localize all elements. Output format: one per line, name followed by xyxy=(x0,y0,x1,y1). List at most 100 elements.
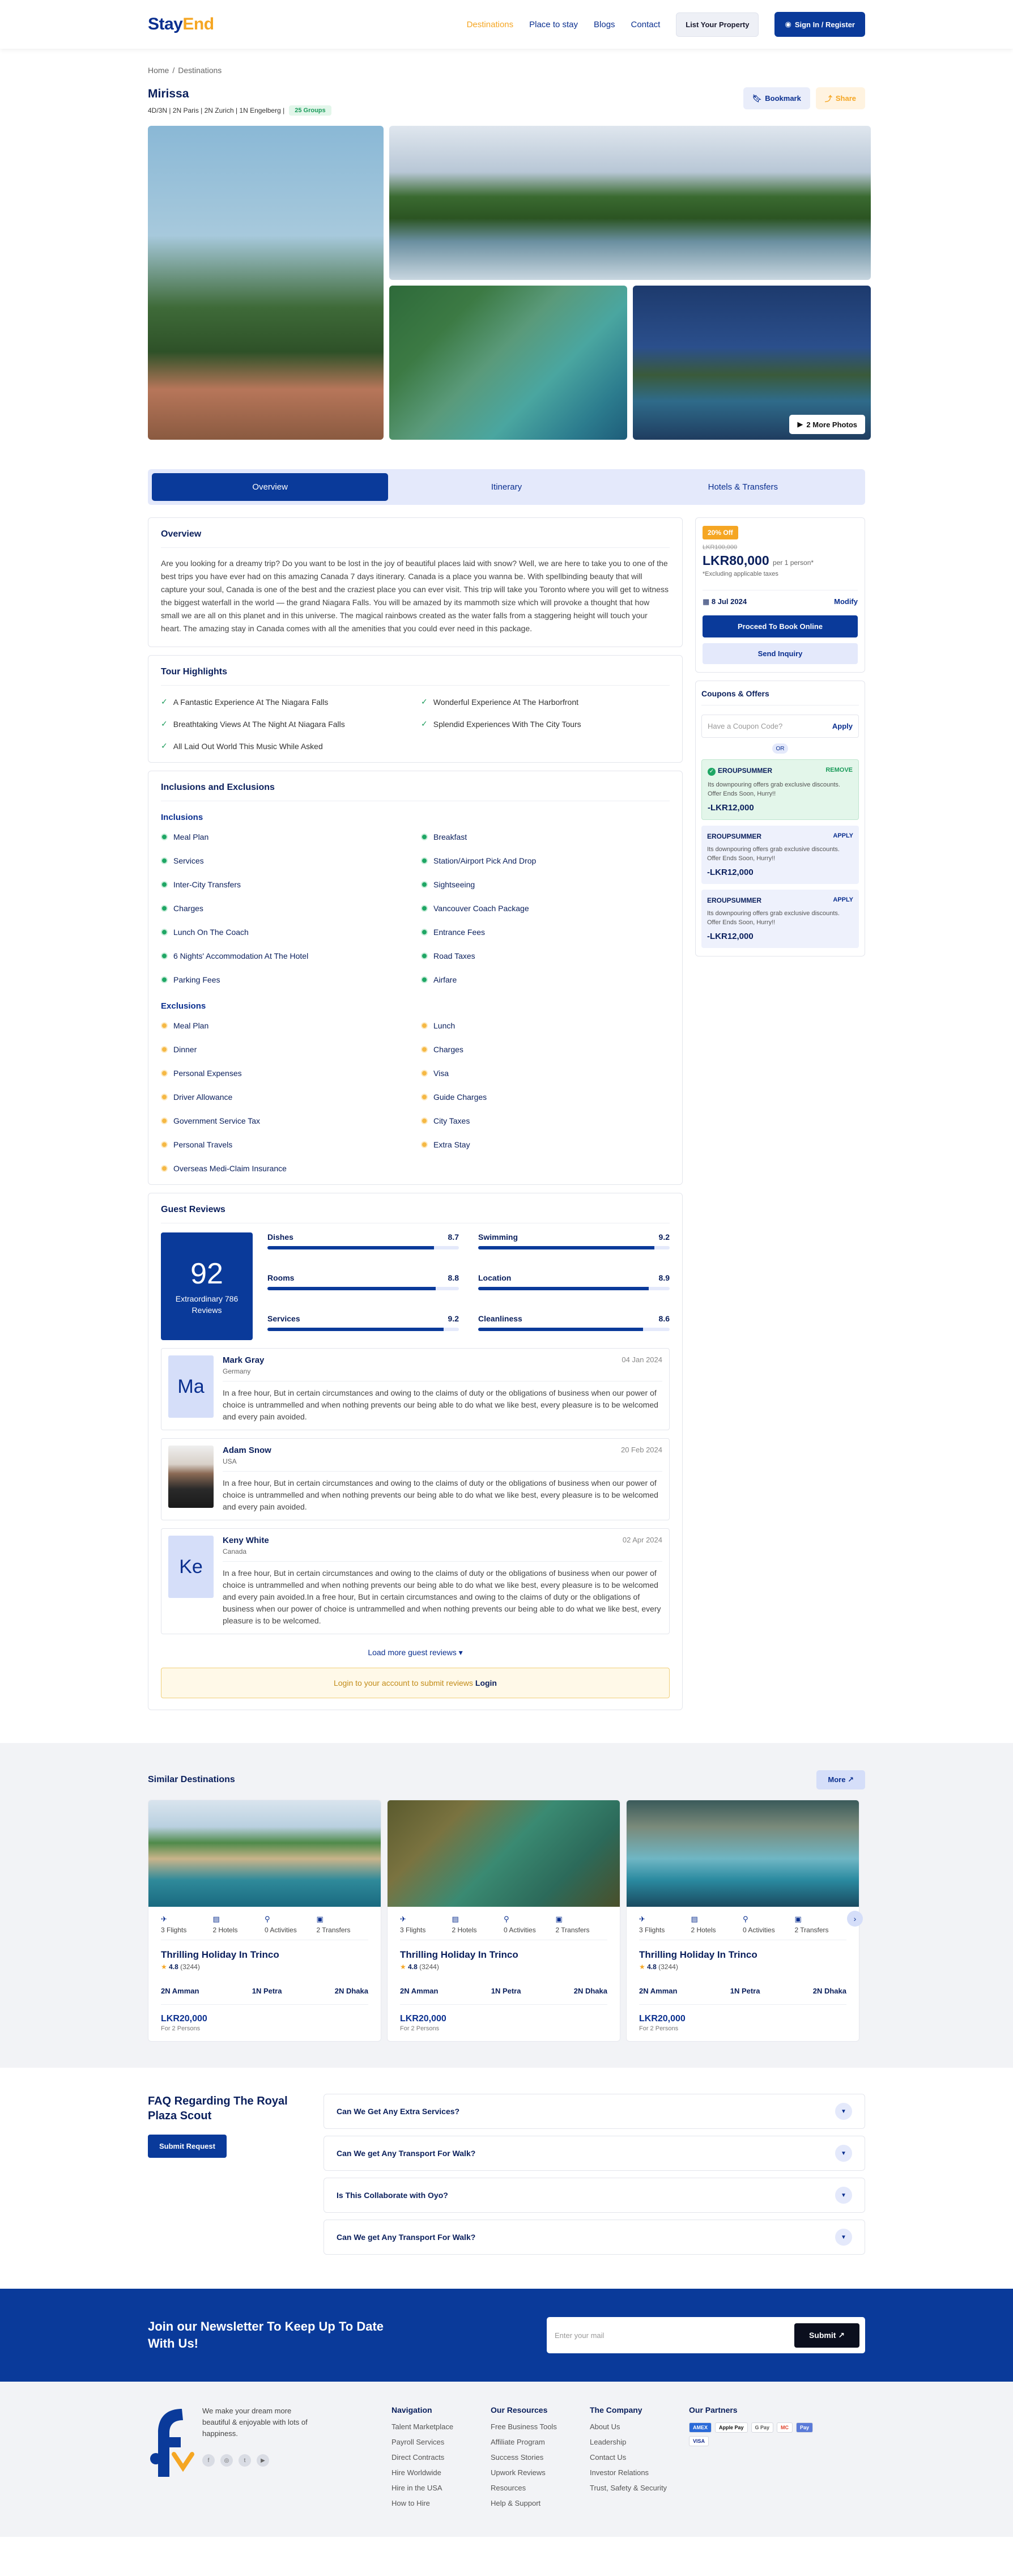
bookmark-button[interactable]: 🔖︎ Bookmark xyxy=(743,87,810,109)
rating-bar-dishes: Dishes 8.7 xyxy=(267,1232,459,1259)
youtube-icon[interactable]: ▶ xyxy=(257,2454,269,2467)
gallery-image-2[interactable] xyxy=(389,126,871,280)
destination-title[interactable]: Thrilling Holiday In Trinco xyxy=(639,1940,846,1961)
destination-image[interactable] xyxy=(388,1800,620,1907)
feature-transfers: ▣ 2 Transfers xyxy=(556,1915,608,1934)
footer-link[interactable]: How to Hire xyxy=(391,2499,491,2507)
facebook-icon[interactable]: f xyxy=(202,2454,215,2467)
nav-contact[interactable]: Contact xyxy=(631,20,661,29)
sign-in-button[interactable]: ◉ Sign In / Register xyxy=(774,12,865,37)
footer-link[interactable]: About Us xyxy=(590,2422,689,2431)
instagram-icon[interactable]: ◎ xyxy=(220,2454,233,2467)
bookmark-label: Bookmark xyxy=(765,94,801,103)
faq-item[interactable]: Can We get Any Transport For Walk? ▼ xyxy=(324,2136,865,2171)
nav-destinations[interactable]: Destinations xyxy=(467,20,514,29)
feature-flights: ✈ 3 Flights xyxy=(639,1915,691,1934)
nav-blogs[interactable]: Blogs xyxy=(594,20,615,29)
rating-fill xyxy=(478,1287,649,1290)
chevron-down-icon[interactable]: ▼ xyxy=(835,2145,852,2162)
content-layout: Overview Are you looking for a dreamy tr… xyxy=(148,517,865,1718)
destination-body: Thrilling Holiday In Trinco ★ 4.8 (3244) 2… xyxy=(627,1934,859,2041)
share-button[interactable]: ⤴ Share xyxy=(815,87,865,109)
included-dot-icon xyxy=(161,905,168,912)
modify-date-link[interactable]: Modify xyxy=(834,597,858,606)
destination-title[interactable]: Thrilling Holiday In Trinco xyxy=(161,1940,368,1961)
feature-flights: ✈ 3 Flights xyxy=(400,1915,452,1934)
load-more-reviews[interactable]: Load more guest reviews ▾ xyxy=(161,1648,670,1657)
apply-coupon-button[interactable]: Apply xyxy=(832,722,853,730)
twitter-icon[interactable]: t xyxy=(239,2454,251,2467)
footer-link[interactable]: Contact Us xyxy=(590,2453,689,2462)
rating-category: Location xyxy=(478,1273,512,1282)
list-property-button[interactable]: List Your Property xyxy=(676,12,759,37)
apply-coupon-offer-button[interactable]: APPLY xyxy=(833,896,853,904)
gallery-image-3[interactable] xyxy=(389,286,627,440)
trend-arrow-icon: ↗ xyxy=(848,1775,854,1784)
footer-link[interactable]: Help & Support xyxy=(491,2499,590,2507)
payment-logo: MC xyxy=(777,2422,793,2433)
footer-link[interactable]: Free Business Tools xyxy=(491,2422,590,2431)
footer-link[interactable]: Trust, Safety & Security xyxy=(590,2484,689,2492)
apply-coupon-offer-button[interactable]: APPLY xyxy=(833,832,853,840)
chevron-down-icon[interactable]: ▼ xyxy=(835,2229,852,2246)
tab-hotels-transfers[interactable]: Hotels & Transfers xyxy=(625,473,861,501)
excluded-dot-icon xyxy=(161,1022,168,1029)
destination-card[interactable]: ✈ 3 Flights ▤ 2 Hotels ⚲ 0 Activities ▣ 2 Trans… xyxy=(148,1800,381,2042)
footer-link[interactable]: Hire Worldwide xyxy=(391,2468,491,2477)
activity-icon: ⚲ xyxy=(265,1915,270,1923)
destination-image[interactable] xyxy=(148,1800,381,1907)
more-destinations-button[interactable]: More ↗ xyxy=(816,1770,865,1789)
destination-image[interactable] xyxy=(627,1800,859,1907)
footer-link[interactable]: Investor Relations xyxy=(590,2468,689,2477)
newsletter-submit-button[interactable]: Submit ↗ xyxy=(794,2323,859,2348)
faq-item[interactable]: Can We Get Any Extra Services? ▼ xyxy=(324,2094,865,2129)
excluded-dot-icon xyxy=(161,1165,168,1172)
footer-link[interactable]: Leadership xyxy=(590,2438,689,2446)
item-label: Lunch On The Coach xyxy=(173,928,249,937)
faq-item[interactable]: Can We get Any Transport For Walk? ▼ xyxy=(324,2220,865,2255)
destination-card[interactable]: ✈ 3 Flights ▤ 2 Hotels ⚲ 0 Activities ▣ 2 Trans… xyxy=(626,1800,859,2042)
chevron-down-icon[interactable]: ▼ xyxy=(835,2187,852,2204)
gallery-image-4[interactable]: ▶ 2 More Photos xyxy=(633,286,871,440)
submit-request-button[interactable]: Submit Request xyxy=(148,2135,227,2158)
more-photos-button[interactable]: ▶ 2 More Photos xyxy=(789,415,865,434)
inclusion-item: Vancouver Coach Package xyxy=(421,904,670,913)
inclusion-item: 6 Nights' Accommodation At The Hotel xyxy=(161,951,410,960)
faq-question: Can We Get Any Extra Services? xyxy=(337,2107,460,2116)
footer-link[interactable]: Affiliate Program xyxy=(491,2438,590,2446)
footer-link[interactable]: Payroll Services xyxy=(391,2438,491,2446)
rating-fill xyxy=(267,1328,444,1331)
breadcrumb-home[interactable]: Home xyxy=(148,66,169,75)
proceed-to-book-button[interactable]: Proceed To Book Online xyxy=(703,615,858,637)
footer-link[interactable]: Direct Contracts xyxy=(391,2453,491,2462)
footer-link[interactable]: Upwork Reviews xyxy=(491,2468,590,2477)
rating-track xyxy=(267,1328,459,1331)
footer-link[interactable]: Success Stories xyxy=(491,2453,590,2462)
rating-bar-swimming: Swimming 9.2 xyxy=(478,1232,670,1259)
remove-coupon-button[interactable]: REMOVE xyxy=(825,767,853,776)
faq-item[interactable]: Is This Collaborate with Oyo? ▼ xyxy=(324,2178,865,2213)
destination-title[interactable]: Thrilling Holiday In Trinco xyxy=(400,1940,607,1961)
footer-link[interactable]: Hire in the USA xyxy=(391,2484,491,2492)
gallery-image-main[interactable] xyxy=(148,126,384,440)
login-link[interactable]: Login xyxy=(475,1678,497,1687)
logo[interactable]: StayEnd xyxy=(148,15,214,34)
footer-link[interactable]: Resources xyxy=(491,2484,590,2492)
destination-card[interactable]: ✈ 3 Flights ▤ 2 Hotels ⚲ 0 Activities ▣ 2 Trans… xyxy=(387,1800,620,2042)
send-inquiry-button[interactable]: Send Inquiry xyxy=(703,643,858,664)
tab-overview[interactable]: Overview xyxy=(152,473,389,501)
highlight-item: ✓ Splendid Experiences With The City Tour… xyxy=(421,719,670,729)
chevron-down-icon[interactable]: ▼ xyxy=(835,2103,852,2120)
newsletter-email-input[interactable]: Enter your mail xyxy=(555,2331,794,2340)
main-column: Overview Are you looking for a dreamy tr… xyxy=(148,517,683,1718)
rating-category: Swimming xyxy=(478,1232,518,1242)
coupon-code-input[interactable]: Have a Coupon Code? Apply xyxy=(701,715,859,738)
footer-link[interactable]: Talent Marketplace xyxy=(391,2422,491,2431)
tab-itinerary[interactable]: Itinerary xyxy=(388,473,624,501)
carousel-next-button[interactable]: › xyxy=(847,1911,863,1927)
inclusion-item: Airfare xyxy=(421,975,670,984)
reviewer-country: USA xyxy=(223,1457,237,1465)
nav-place-to-stay[interactable]: Place to stay xyxy=(529,20,578,29)
destination-price: LKR20,000 xyxy=(161,2014,207,2024)
rating-bar-labels: Cleanliness 8.6 xyxy=(478,1314,670,1323)
